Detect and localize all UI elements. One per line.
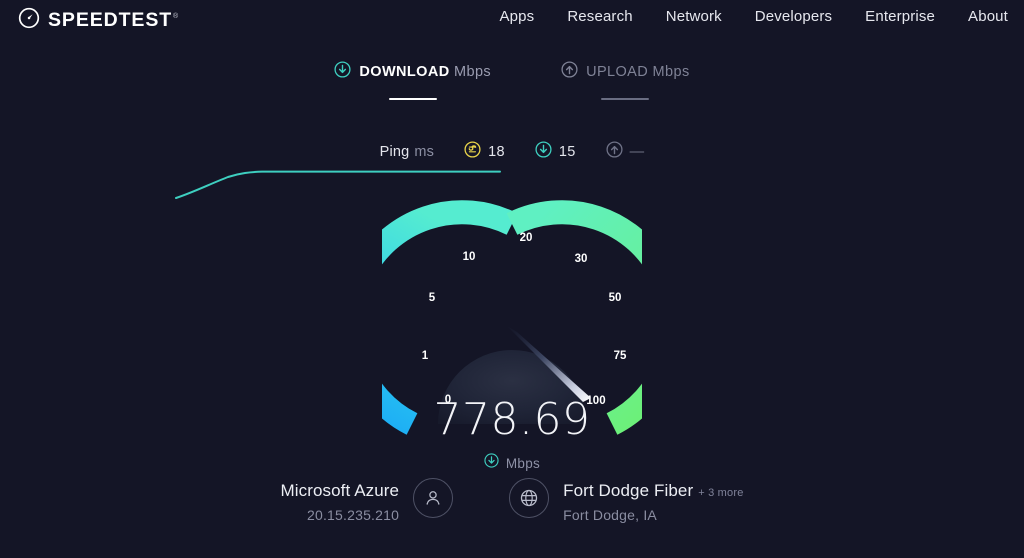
- ping-idle-value: 18: [488, 144, 505, 160]
- ping-upload-value: —: [629, 144, 645, 160]
- tab-download-label: DOWNLOAD Mbps: [359, 64, 491, 80]
- server-info-text: Fort Dodge Fiber + 3 more Fort Dodge, IA: [563, 478, 743, 523]
- arrow-up-circle-icon: [561, 61, 578, 83]
- ping-unit-text: ms: [414, 144, 435, 160]
- tab-download-row: DOWNLOAD Mbps: [334, 61, 491, 83]
- arrow-down-circle-icon: [484, 453, 499, 473]
- speed-result-unit: Mbps: [505, 455, 541, 471]
- latency-swap-icon: [464, 141, 481, 163]
- tab-upload-underline: [601, 98, 650, 100]
- host-info-text: Microsoft Azure 20.15.235.210: [280, 478, 399, 523]
- server-location: Fort Dodge, IA: [563, 507, 657, 523]
- tab-download-title: DOWNLOAD: [359, 64, 450, 80]
- brand-name-text: SPEEDTEST: [48, 8, 173, 31]
- brand-name: SPEEDTEST®: [48, 8, 180, 31]
- nav-item-about[interactable]: About: [968, 8, 1008, 25]
- gauge-tick-75: 75: [614, 350, 627, 362]
- nav-item-research[interactable]: Research: [567, 8, 632, 25]
- ping-download-value: 15: [558, 144, 576, 160]
- tab-upload-row: UPLOAD Mbps: [561, 61, 690, 83]
- gauge-tick-5: 5: [429, 292, 436, 304]
- speed-result-unit-row: Mbps: [362, 453, 662, 473]
- server-info-block[interactable]: Fort Dodge Fiber + 3 more Fort Dodge, IA: [509, 478, 743, 523]
- arrow-down-circle-icon: [535, 141, 552, 163]
- ping-label-text: Ping: [379, 144, 410, 160]
- gauge-tick-50: 50: [609, 292, 622, 304]
- tab-download-unit: Mbps: [454, 64, 492, 80]
- gauge-tick-1: 1: [422, 350, 429, 362]
- host-ip: 20.15.235.210: [306, 507, 400, 523]
- nav-item-enterprise[interactable]: Enterprise: [865, 8, 935, 25]
- ping-label: Ping ms: [380, 144, 435, 160]
- person-circle-icon[interactable]: [413, 478, 454, 518]
- main-navigation: Apps Research Network Developers Enterpr…: [500, 8, 1008, 25]
- speed-result-value: 778.69: [433, 394, 591, 445]
- ping-download-stat: 15: [535, 141, 576, 163]
- ping-summary-row: Ping ms 18 15 —: [0, 141, 1024, 163]
- nav-item-developers[interactable]: Developers: [755, 8, 832, 25]
- host-info-block[interactable]: Microsoft Azure 20.15.235.210: [280, 478, 454, 523]
- trademark-symbol: ®: [173, 13, 180, 21]
- ping-idle-stat: 18: [464, 141, 505, 163]
- connection-info: Microsoft Azure 20.15.235.210 Fort Dodge…: [0, 478, 1024, 523]
- tab-download[interactable]: DOWNLOAD Mbps: [334, 61, 491, 100]
- speed-mode-tabs: DOWNLOAD Mbps UPLOAD Mbps: [0, 61, 1024, 100]
- host-name: Microsoft Azure: [280, 481, 400, 500]
- gauge-tick-30: 30: [575, 253, 588, 265]
- tab-upload-unit: Mbps: [652, 64, 690, 80]
- arrow-down-circle-icon: [334, 61, 351, 83]
- ping-upload-stat: —: [606, 141, 645, 163]
- globe-circle-icon[interactable]: [509, 478, 550, 518]
- tab-upload-label: UPLOAD Mbps: [586, 64, 690, 80]
- speedtest-logo[interactable]: SPEEDTEST®: [18, 7, 179, 34]
- nav-item-apps[interactable]: Apps: [500, 8, 535, 25]
- server-more-count[interactable]: + 3 more: [698, 487, 743, 499]
- speed-result: 778.69 Mbps: [362, 398, 662, 473]
- nav-item-network[interactable]: Network: [666, 8, 722, 25]
- gauge-tick-20: 20: [520, 232, 533, 244]
- tab-upload[interactable]: UPLOAD Mbps: [561, 61, 690, 100]
- server-name: Fort Dodge Fiber + 3 more: [563, 481, 743, 501]
- site-header: SPEEDTEST® Apps Research Network Develop…: [0, 0, 1024, 42]
- tab-download-underline: [388, 98, 437, 100]
- arrow-up-circle-icon: [606, 141, 623, 163]
- server-name-text: Fort Dodge Fiber: [563, 481, 694, 500]
- tab-upload-title: UPLOAD: [586, 64, 649, 80]
- speedometer-icon: [18, 7, 40, 34]
- gauge-tick-10: 10: [463, 251, 476, 263]
- line-chart-series: [175, 170, 501, 199]
